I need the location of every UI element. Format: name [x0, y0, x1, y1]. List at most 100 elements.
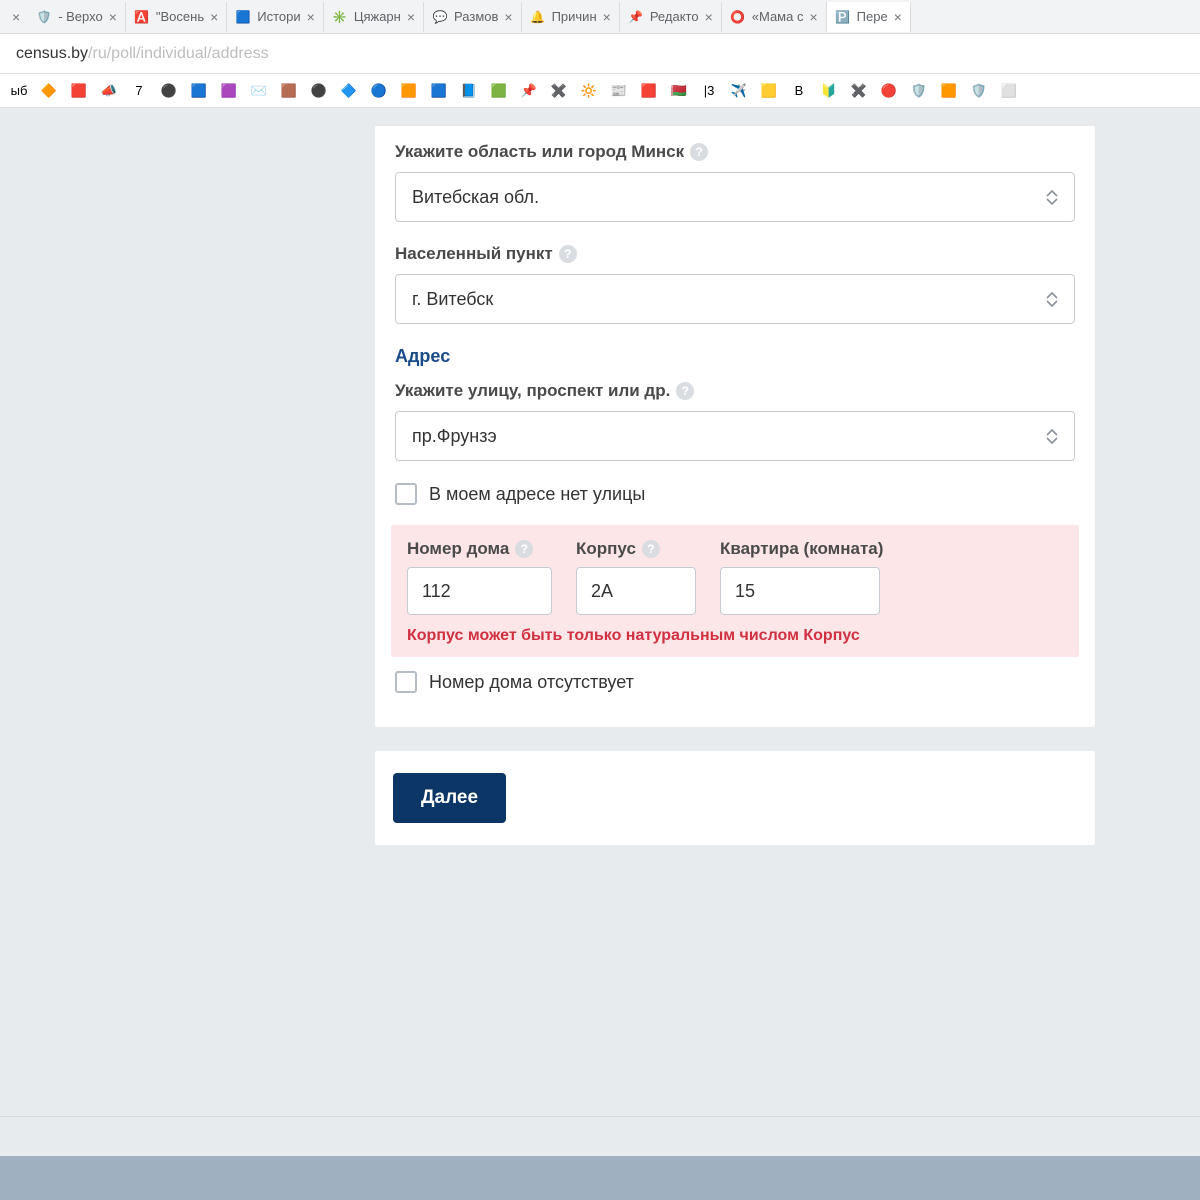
close-icon[interactable]: × — [504, 9, 512, 25]
bookmark-icon[interactable]: 7 — [130, 82, 148, 100]
help-icon[interactable]: ? — [676, 382, 694, 400]
apartment-input[interactable] — [720, 567, 880, 615]
no-street-label: В моем адресе нет улицы — [429, 484, 645, 505]
street-select[interactable]: пр.Фрунзэ — [395, 411, 1075, 461]
no-street-checkbox-row[interactable]: В моем адресе нет улицы — [395, 483, 1075, 505]
address-bar[interactable]: census.by/ru/poll/individual/address — [0, 34, 1200, 74]
browser-tab[interactable]: 🅿️ Пере × — [827, 2, 911, 32]
help-icon[interactable]: ? — [642, 540, 660, 558]
building-label: Корпус ? — [576, 539, 696, 559]
tab-favicon: 🅿️ — [835, 9, 851, 25]
tab-title: Размов — [454, 9, 498, 24]
bookmark-icon[interactable]: 🟨 — [760, 82, 778, 100]
tab-favicon: 🟦 — [235, 9, 251, 25]
bookmark-icon[interactable]: ⚫ — [160, 82, 178, 100]
error-block: Номер дома ? Корпус ? — [391, 525, 1079, 657]
bookmark-icon[interactable]: 📌 — [520, 82, 538, 100]
tab-title: «Мама с — [752, 9, 804, 24]
bookmark-icon[interactable]: B — [790, 82, 808, 100]
no-house-checkbox-row[interactable]: Номер дома отсутствует — [395, 671, 1075, 693]
tab-favicon: 🔔 — [530, 9, 546, 25]
bookmark-icon[interactable]: 🟩 — [490, 82, 508, 100]
bookmark-icon[interactable]: 🇧🇾 — [670, 82, 688, 100]
browser-tab[interactable]: 🛡️- Верхо× — [28, 2, 126, 32]
browser-tab[interactable]: 🟦 Истори × — [227, 2, 324, 32]
street-value: пр.Фрунзэ — [412, 426, 497, 447]
region-label: Укажите область или город Минск ? — [395, 142, 1075, 162]
close-icon[interactable]: × — [109, 9, 117, 25]
apartment-label: Квартира (комната) — [720, 539, 883, 559]
bookmark-icon[interactable]: ⚫ — [310, 82, 328, 100]
bookmark-icon[interactable]: 🟥 — [70, 82, 88, 100]
browser-tab[interactable]: 🔔Причин× — [522, 2, 620, 32]
close-icon[interactable]: × — [894, 9, 902, 25]
bookmark-icon[interactable]: 🔆 — [580, 82, 598, 100]
region-value: Витебская обл. — [412, 187, 539, 208]
house-input[interactable] — [407, 567, 552, 615]
bookmark-icon[interactable]: 🛡️ — [970, 82, 988, 100]
checkbox-icon[interactable] — [395, 671, 417, 693]
bookmark-icon[interactable]: ✖️ — [550, 82, 568, 100]
bookmark-icon[interactable]: 🟦 — [190, 82, 208, 100]
close-icon[interactable]: × — [809, 9, 817, 25]
tab-favicon: 📌 — [628, 9, 644, 25]
bookmark-icon[interactable]: 🟧 — [940, 82, 958, 100]
help-icon[interactable]: ? — [690, 143, 708, 161]
close-icon[interactable]: × — [603, 9, 611, 25]
close-icon[interactable]: × — [12, 9, 20, 25]
stepper-icon — [1046, 190, 1058, 205]
bookmark-icon[interactable]: ✈️ — [730, 82, 748, 100]
help-icon[interactable]: ? — [559, 245, 577, 263]
browser-tabs: ×🛡️- Верхо×🅰️"Восень×🟦Истори×✳️Цяжарн×💬Р… — [0, 0, 1200, 34]
house-label: Номер дома ? — [407, 539, 552, 559]
bookmark-icon[interactable]: ✉️ — [250, 82, 268, 100]
address-section-title: Адрес — [395, 346, 1075, 367]
bookmark-icon[interactable]: 🟦 — [430, 82, 448, 100]
bookmark-icon[interactable]: 🟥 — [640, 82, 658, 100]
stepper-icon — [1046, 292, 1058, 307]
url-text: census.by/ru/poll/individual/address — [16, 45, 269, 63]
os-taskbar — [0, 1156, 1200, 1200]
tab-title: Пере — [857, 9, 888, 24]
bookmark-icon[interactable]: 📣 — [100, 82, 118, 100]
bookmark-icon[interactable]: 🔷 — [340, 82, 358, 100]
bookmark-icon[interactable]: 🔶 — [40, 82, 58, 100]
next-button[interactable]: Далее — [393, 773, 506, 823]
help-icon[interactable]: ? — [515, 540, 533, 558]
tab-title: Истори — [257, 9, 300, 24]
close-icon[interactable]: × — [210, 9, 218, 25]
locality-select[interactable]: г. Витебск — [395, 274, 1075, 324]
bookmark-icon[interactable]: 📰 — [610, 82, 628, 100]
bookmark-icon[interactable]: 🔴 — [880, 82, 898, 100]
browser-tab[interactable]: 💬 Размов × — [424, 2, 522, 32]
bookmark-icon[interactable]: ✖️ — [850, 82, 868, 100]
bookmarks-bar: ыб 🔶 🟥 📣 7 ⚫ 🟦 🟪 ✉️ 🟫 ⚫ 🔷 🔵 🟧 🟦 📘 🟩 📌 ✖️ 🔆 📰 🟥 🇧🇾 |3 ✈️ 🟨 B 🔰 ✖️ 🔴 🛡️ 🟧… — [0, 74, 1200, 108]
region-select[interactable]: Витебская обл. — [395, 172, 1075, 222]
tab-title: - Верхо — [58, 9, 103, 24]
bookmark-icon[interactable]: 🛡️ — [910, 82, 928, 100]
bookmark-icon[interactable]: |3 — [700, 82, 718, 100]
browser-tab[interactable]: 📌Редакто× — [620, 2, 722, 32]
browser-tab[interactable]: 🅰️"Восень× — [126, 2, 227, 32]
bookmark-icon[interactable]: 🟫 — [280, 82, 298, 100]
bookmark-icon[interactable]: 🟧 — [400, 82, 418, 100]
stepper-icon — [1046, 429, 1058, 444]
bottom-spacer — [0, 1116, 1200, 1156]
tab-favicon: 💬 — [432, 9, 448, 25]
street-label: Укажите улицу, проспект или др. ? — [395, 381, 1075, 401]
locality-value: г. Витебск — [412, 289, 493, 310]
close-icon[interactable]: × — [705, 9, 713, 25]
bookmark-icon[interactable]: 🟪 — [220, 82, 238, 100]
tab-title: Цяжарн — [354, 9, 401, 24]
close-icon[interactable]: × — [407, 9, 415, 25]
bookmark-icon[interactable]: ⬜ — [1000, 82, 1018, 100]
bookmark-icon[interactable]: 🔰 — [820, 82, 838, 100]
bookmark-icon[interactable]: 📘 — [460, 82, 478, 100]
close-icon[interactable]: × — [307, 9, 315, 25]
browser-tab[interactable]: ✳️Цяжарн× — [324, 2, 424, 32]
checkbox-icon[interactable] — [395, 483, 417, 505]
bookmark-icon[interactable]: 🔵 — [370, 82, 388, 100]
browser-tab[interactable]: ⭕«Мама с× — [722, 2, 827, 32]
bookmark-icon[interactable]: ыб — [10, 82, 28, 100]
building-input[interactable] — [576, 567, 696, 615]
